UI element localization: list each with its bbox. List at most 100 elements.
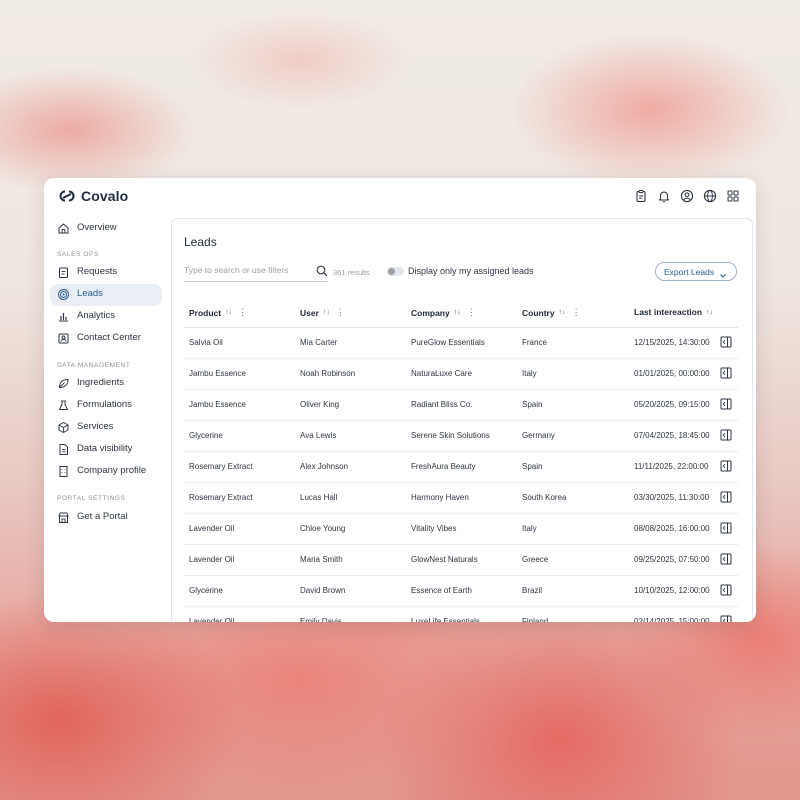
- open-panel-icon[interactable]: [720, 491, 732, 503]
- column-header-product[interactable]: Product ↑↓ ⋮: [189, 307, 247, 318]
- table-row[interactable]: Lavender Oil Emily Davis LuxeLife Essentia…: [184, 607, 738, 622]
- cell-last-interaction: 03/30/2025, 11:30:00: [634, 493, 710, 502]
- sidebar-item-get-a-portal[interactable]: Get a Portal: [50, 507, 162, 529]
- cell-user: Chloe Young: [300, 524, 346, 533]
- open-panel-icon[interactable]: [720, 615, 732, 622]
- table-row[interactable]: Jambu Essence Noah Robinson NaturaLuxe Car…: [184, 359, 738, 390]
- sidebar-item-requests[interactable]: Requests: [50, 262, 162, 284]
- column-label: Product: [189, 307, 222, 318]
- cell-user: Ava Lewis: [300, 431, 337, 440]
- column-header-country[interactable]: Country ↑↓ ⋮: [522, 307, 581, 318]
- clipboard-icon[interactable]: [634, 189, 648, 203]
- sidebar-item-label: Services: [77, 421, 114, 432]
- table-row[interactable]: Salvia Oil Mia Carter PureGlow Essentials F…: [184, 328, 738, 359]
- chevron-down-icon: [719, 268, 727, 278]
- table-row[interactable]: Lavender Oil Maria Smith GlowNest Naturals…: [184, 545, 738, 576]
- open-panel-icon[interactable]: [720, 367, 732, 379]
- column-label: User: [300, 307, 319, 318]
- open-panel-icon[interactable]: [720, 336, 732, 348]
- sidebar-item-services[interactable]: Services: [50, 417, 162, 439]
- leaf-icon: [57, 377, 70, 390]
- cell-product: Jambu Essence: [189, 400, 246, 409]
- open-panel-icon[interactable]: [720, 460, 732, 472]
- home-icon: [57, 222, 70, 235]
- cell-company: LuxeLife Essentials: [411, 617, 480, 622]
- cell-last-interaction: 10/10/2025, 12:00:00: [634, 586, 710, 595]
- more-options-icon[interactable]: ⋮: [467, 307, 476, 318]
- column-header-last-interaction[interactable]: Last intereaction ↑↓: [634, 307, 713, 317]
- search-placeholder: Type to search or use filters: [184, 265, 289, 275]
- cell-product: Glycerine: [189, 586, 223, 595]
- cell-last-interaction: 08/08/2025, 16:00:00: [634, 524, 710, 533]
- sidebar-item-company-profile[interactable]: Company profile: [50, 461, 162, 483]
- sidebar: Overview SALES OPS Requests Leads Analyt…: [44, 214, 170, 622]
- assigned-leads-toggle[interactable]: [387, 267, 404, 276]
- column-header-company[interactable]: Company ↑↓ ⋮: [411, 307, 476, 318]
- bell-icon[interactable]: [657, 189, 671, 203]
- cell-user: Noah Robinson: [300, 369, 356, 378]
- cell-country: Spain: [522, 462, 543, 471]
- open-panel-icon[interactable]: [720, 553, 732, 565]
- open-panel-icon[interactable]: [720, 429, 732, 441]
- search-input[interactable]: Type to search or use filters: [184, 265, 328, 282]
- cell-country: Finland: [522, 617, 549, 622]
- more-options-icon[interactable]: ⋮: [336, 307, 345, 318]
- user-circle-icon[interactable]: [680, 189, 694, 203]
- target-icon: [57, 288, 70, 301]
- sidebar-item-analytics[interactable]: Analytics: [50, 306, 162, 328]
- sidebar-item-data-visibility[interactable]: Data visibility: [50, 439, 162, 461]
- globe-icon[interactable]: [703, 189, 717, 203]
- export-leads-label: Export Leads: [664, 267, 715, 277]
- sidebar-item-label: Company profile: [77, 465, 147, 476]
- cell-company: Essence of Earth: [411, 586, 472, 595]
- cell-user: Mia Carter: [300, 338, 338, 347]
- table-row[interactable]: Glycerine Ava Lewis Serene Skin Solutions G…: [184, 421, 738, 452]
- cell-product: Rosemary Extract: [189, 462, 253, 471]
- cell-company: PureGlow Essentials: [411, 338, 485, 347]
- cell-company: Serene Skin Solutions: [411, 431, 490, 440]
- sidebar-item-leads[interactable]: Leads: [50, 284, 162, 306]
- section-sales-ops: SALES OPS: [57, 251, 99, 258]
- cell-country: France: [522, 338, 547, 347]
- sort-icon[interactable]: ↑↓: [225, 309, 232, 316]
- sort-icon[interactable]: ↑↓: [454, 309, 461, 316]
- column-header-user[interactable]: User ↑↓ ⋮: [300, 307, 345, 318]
- sort-icon[interactable]: ↑↓: [706, 309, 713, 316]
- clipboard-icon: [57, 266, 70, 279]
- table-row[interactable]: Rosemary Extract Lucas Hall Harmony Haven S…: [184, 483, 738, 514]
- cell-last-interaction: 05/20/2025, 09:15:00: [634, 400, 710, 409]
- open-panel-icon[interactable]: [720, 522, 732, 534]
- cell-user: Oliver King: [300, 400, 340, 409]
- logo[interactable]: Covalo: [58, 188, 128, 204]
- cell-company: Radiant Bliss Co.: [411, 400, 473, 409]
- more-options-icon[interactable]: ⋮: [572, 307, 581, 318]
- cell-user: Lucas Hall: [300, 493, 338, 502]
- cell-last-interaction: 09/25/2025, 07:50:00: [634, 555, 710, 564]
- sort-icon[interactable]: ↑↓: [559, 309, 566, 316]
- cell-company: Harmony Haven: [411, 493, 469, 502]
- sidebar-item-label: Ingredients: [77, 377, 125, 388]
- table-row[interactable]: Jambu Essence Oliver King Radiant Bliss Co…: [184, 390, 738, 421]
- search-icon[interactable]: [316, 264, 328, 277]
- more-options-icon[interactable]: ⋮: [238, 307, 247, 318]
- cell-user: Emily Davis: [300, 617, 342, 622]
- apps-grid-icon[interactable]: [726, 189, 740, 203]
- export-leads-button[interactable]: Export Leads: [655, 262, 737, 281]
- table-row[interactable]: Glycerine David Brown Essence of Earth Braz…: [184, 576, 738, 607]
- sidebar-item-ingredients[interactable]: Ingredients: [50, 373, 162, 395]
- cell-country: Spain: [522, 400, 543, 409]
- app-window: Covalo Overview SALES OPS Requests Leads…: [44, 178, 756, 622]
- sidebar-item-formulations[interactable]: Formulations: [50, 395, 162, 417]
- table-body: Salvia Oil Mia Carter PureGlow Essentials F…: [184, 328, 738, 622]
- table-row[interactable]: Lavender Oil Chloe Young Vitality Vibes Ita…: [184, 514, 738, 545]
- sidebar-item-overview[interactable]: Overview: [50, 218, 162, 240]
- sidebar-item-label: Formulations: [77, 399, 132, 410]
- open-panel-icon[interactable]: [720, 584, 732, 596]
- table-row[interactable]: Rosemary Extract Alex Johnson FreshAura Be…: [184, 452, 738, 483]
- sort-icon[interactable]: ↑↓: [323, 309, 330, 316]
- open-panel-icon[interactable]: [720, 398, 732, 410]
- sidebar-item-contact-center[interactable]: Contact Center: [50, 328, 162, 350]
- results-count: 361 results: [333, 268, 370, 277]
- bar-chart-icon: [57, 310, 70, 323]
- leads-panel: Leads Type to search or use filters 361 …: [171, 218, 753, 622]
